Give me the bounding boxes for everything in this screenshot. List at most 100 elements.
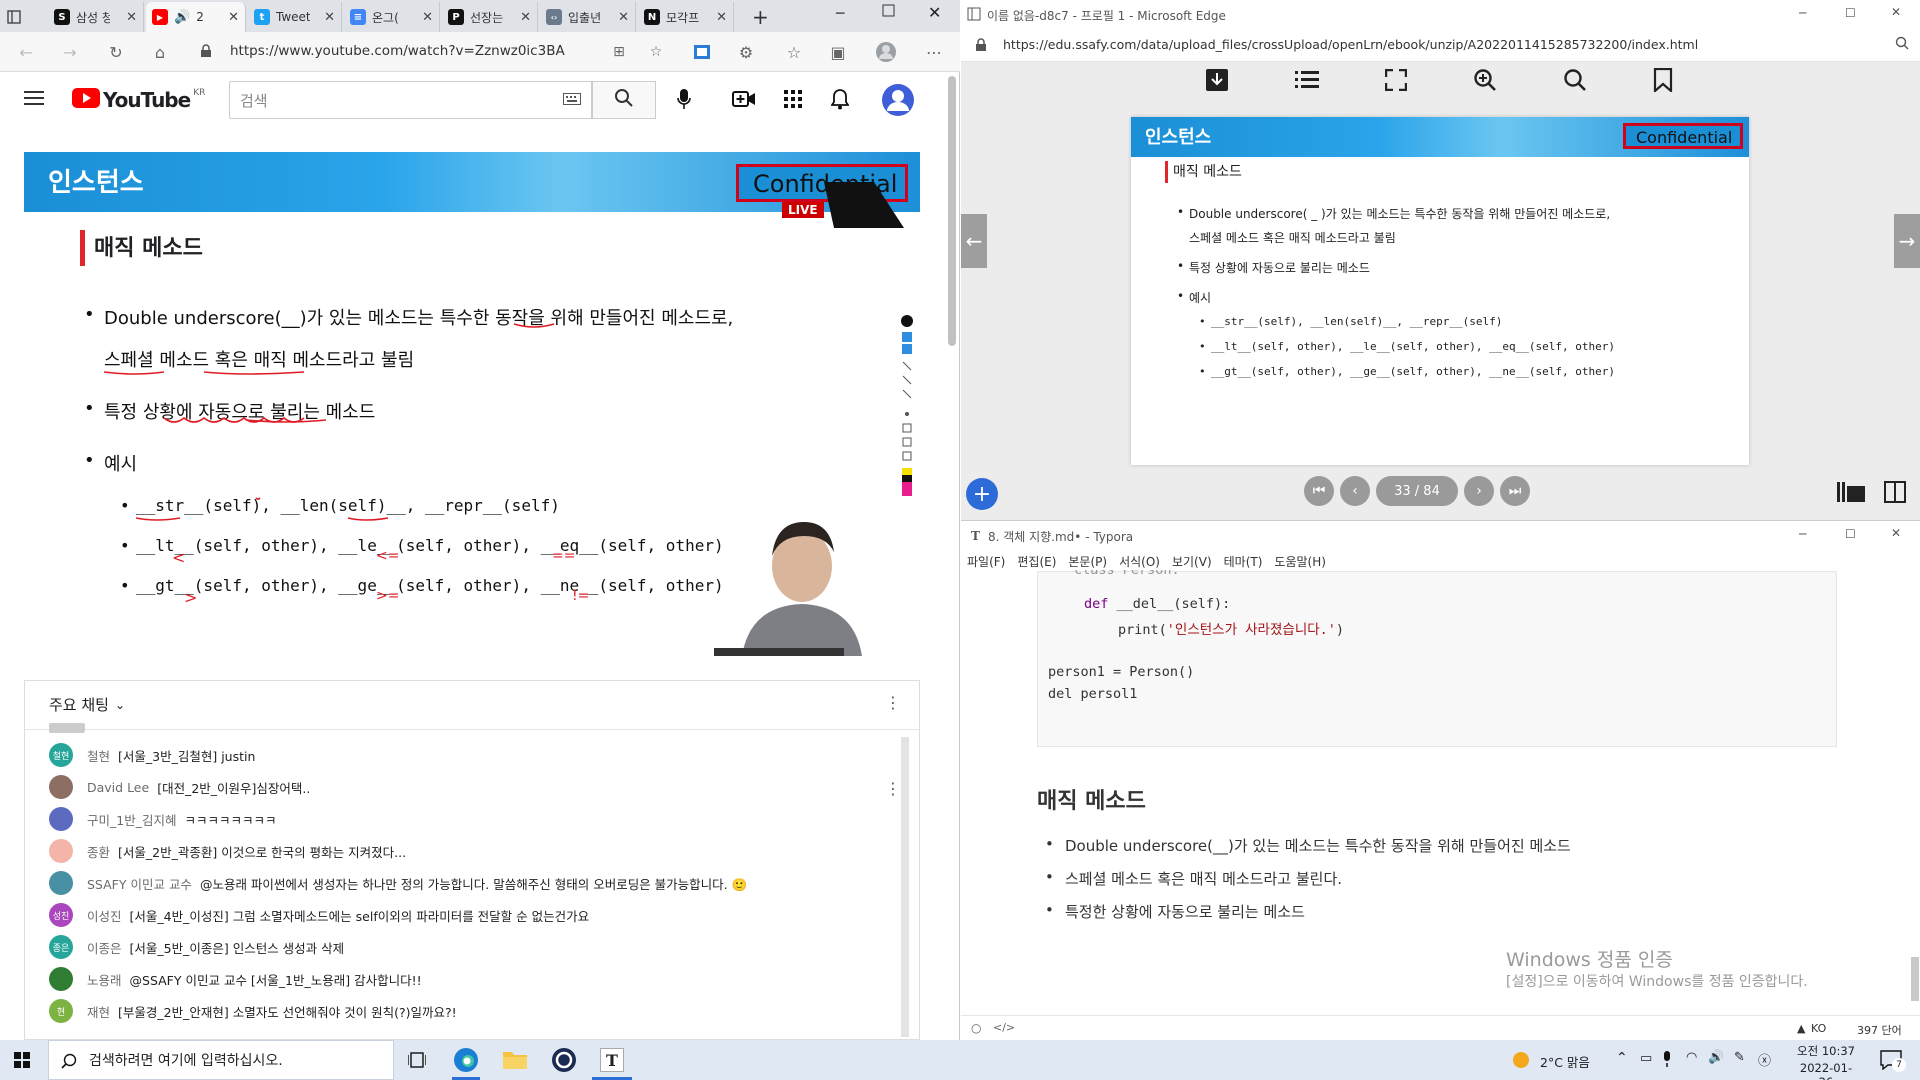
library-icon[interactable]	[1837, 482, 1865, 506]
notifications-bell-icon[interactable]	[830, 88, 850, 114]
menu-edit[interactable]: 편집(E)	[1017, 553, 1056, 570]
wifi-icon[interactable]: ◠	[1686, 1050, 1697, 1065]
chat-message[interactable]: 종은 이종은 [서울_5반_이종은] 인스턴스 생성과 삭제	[49, 935, 344, 959]
word-count[interactable]: 397 단어	[1857, 1022, 1902, 1038]
windows-start-icon[interactable]	[14, 1052, 30, 1072]
app-taskbar-icon[interactable]	[550, 1046, 578, 1078]
language-indicator[interactable]: KO	[1811, 1022, 1826, 1035]
close-window-button[interactable]: ✕	[1891, 526, 1901, 540]
browser-tab-1[interactable]: S 삼성 청 ✕	[48, 2, 144, 32]
minimize-button[interactable]: ─	[1799, 527, 1806, 541]
new-tab-button[interactable]: +	[746, 2, 776, 32]
forward-button[interactable]: →	[58, 40, 82, 64]
last-page-button[interactable]: ⏭	[1500, 476, 1530, 506]
refresh-button[interactable]: ↻	[104, 40, 128, 64]
browser-tab-2-active[interactable]: ▶ 🔊 2 ✕	[146, 2, 246, 32]
chat-message[interactable]: 구미_1반_김지혜 ㅋㅋㅋㅋㅋㅋㅋㅋ	[49, 807, 276, 831]
youtube-search-button[interactable]	[592, 81, 656, 119]
tab-close-icon[interactable]: ✕	[716, 10, 727, 25]
menu-theme[interactable]: 테마(T)	[1224, 553, 1263, 570]
close-window-button[interactable]: ✕	[928, 3, 941, 22]
chat-message[interactable]: SSAFY 이민교 교수 @노용래 파이썬에서 생성자는 하나만 정의 가능합니…	[49, 871, 747, 895]
editor-scrollbar[interactable]	[1911, 957, 1919, 1001]
chat-message[interactable]: 현 재현 [부울경_2반_안재현] 소멸자도 선언해줘야 것이 원칙(?)일까요…	[49, 999, 457, 1023]
app-install-icon[interactable]: ⊞	[607, 40, 631, 64]
next-page-button[interactable]: ›	[1464, 476, 1494, 506]
chat-message[interactable]: 성진 이성진 [서울_4반_이성진] 그럼 소멸자메소드에는 self이외의 파…	[49, 903, 589, 927]
table-of-contents-icon[interactable]	[1295, 70, 1319, 94]
pen-toolbar[interactable]	[900, 314, 914, 510]
weather-sun-icon[interactable]	[1512, 1051, 1530, 1073]
message-more-icon[interactable]: ⋮	[885, 779, 901, 798]
zoom-in-icon[interactable]	[1473, 68, 1497, 96]
download-icon[interactable]	[1205, 68, 1229, 96]
doc-bullet-1[interactable]: Double underscore(__)가 있는 메소드는 특수한 동작을 위…	[1065, 835, 1571, 856]
chat-scrollbar[interactable]	[901, 737, 909, 1037]
tab-close-icon[interactable]: ✕	[228, 10, 239, 25]
url-field[interactable]: https://www.youtube.com/watch?v=Zznwz0ic…	[230, 36, 670, 66]
hamburger-menu-icon[interactable]	[24, 90, 44, 110]
speaker-icon[interactable]: 🔊	[174, 10, 190, 25]
first-page-button[interactable]: ⏮	[1304, 476, 1334, 506]
chat-message[interactable]: 종환 [서울_2반_곽종환] 이것으로 한국의 평화는 지켜졌다...	[49, 839, 406, 863]
youtube-logo[interactable]: YouTube KR	[72, 88, 205, 112]
browser-tab-7[interactable]: N 모각프 ✕	[638, 2, 734, 32]
zoom-search-icon[interactable]	[1895, 36, 1909, 54]
home-button[interactable]: ⌂	[148, 40, 172, 64]
keyboard-icon[interactable]	[563, 91, 581, 109]
browser-tab-3[interactable]: t Tweet ✕	[248, 2, 342, 32]
edge-taskbar-icon[interactable]	[452, 1046, 480, 1074]
collections-icon[interactable]: ▣	[826, 40, 850, 64]
apps-grid-icon[interactable]	[784, 90, 802, 112]
previous-page-button[interactable]: ‹	[1340, 476, 1370, 506]
network-adapter-icon[interactable]: ▭	[1640, 1051, 1652, 1066]
tab-close-icon[interactable]: ✕	[126, 10, 137, 25]
tab-close-icon[interactable]: ✕	[324, 10, 335, 25]
favorite-star-icon[interactable]: ☆	[644, 40, 668, 64]
weather-text[interactable]: 2°C 맑음	[1540, 1052, 1590, 1071]
menu-view[interactable]: 보기(V)	[1172, 553, 1212, 570]
page-scrollbar-thumb[interactable]	[948, 76, 956, 346]
screenshot-extension-icon[interactable]	[690, 40, 714, 64]
profile-avatar[interactable]	[874, 40, 898, 64]
menu-format[interactable]: 서식(O)	[1119, 553, 1160, 570]
back-button[interactable]: ←	[14, 40, 38, 64]
tab-close-icon[interactable]: ✕	[520, 10, 531, 25]
next-page-arrow[interactable]: →	[1894, 214, 1920, 268]
chat-message[interactable]: 철현 철현 [서울_3반_김철현] justin	[49, 743, 255, 767]
browser-tab-4[interactable]: ≡ 온그( ✕	[344, 2, 440, 32]
browser-tab-5[interactable]: P 선장는 ✕	[442, 2, 538, 32]
previous-page-arrow[interactable]: ←	[961, 214, 987, 268]
browser-tab-6[interactable]: ‹› 입출년 ✕	[540, 2, 636, 32]
browser-menu-button[interactable]: ⋯	[922, 40, 946, 64]
chat-more-menu-icon[interactable]: ⋮	[885, 693, 901, 712]
minimize-button[interactable]: ─	[836, 6, 844, 22]
clock-date[interactable]: 2022-01-26	[1794, 1061, 1858, 1080]
maximize-button[interactable]	[882, 4, 896, 22]
url-field[interactable]: https://edu.ssafy.com/data/upload_files/…	[1003, 37, 1698, 52]
fullscreen-icon[interactable]	[1384, 68, 1408, 95]
chat-mode-selector[interactable]: 주요 채팅 ⌄	[49, 694, 125, 715]
file-explorer-icon[interactable]	[502, 1048, 528, 1074]
chat-message[interactable]: 노용래 @SSAFY 이민교 교수 [서울_1반_노용래] 감사합니다!!	[49, 967, 422, 991]
show-hidden-icons[interactable]: ⌃	[1616, 1050, 1628, 1066]
menu-help[interactable]: 도움말(H)	[1274, 553, 1326, 570]
split-view-icon[interactable]	[1883, 480, 1907, 508]
close-window-button[interactable]: ✕	[1891, 5, 1901, 19]
microphone-icon[interactable]	[676, 88, 692, 114]
task-view-icon[interactable]	[407, 1052, 427, 1072]
tab-actions-button[interactable]	[0, 2, 44, 32]
sidebar-toggle-icon[interactable]: ○	[971, 1021, 981, 1035]
maximize-button[interactable]: ☐	[1845, 6, 1856, 20]
microphone-tray-icon[interactable]	[1662, 1050, 1672, 1072]
code-block[interactable]: class Person: def __del__(self): print('…	[1037, 570, 1837, 747]
source-mode-icon[interactable]: </>	[993, 1021, 1015, 1034]
doc-heading[interactable]: 매직 메소드	[1037, 783, 1146, 815]
clock-time[interactable]: 오전 10:37	[1796, 1043, 1856, 1059]
menu-file[interactable]: 파일(F)	[967, 553, 1005, 570]
tab-close-icon[interactable]: ✕	[422, 10, 433, 25]
typora-taskbar-icon[interactable]: T	[600, 1048, 624, 1072]
taskbar-search-input[interactable]: 검색하려면 여기에 입력하십시오.	[48, 1040, 394, 1080]
tab-close-icon[interactable]: ✕	[618, 10, 629, 25]
create-video-icon[interactable]	[732, 90, 756, 112]
